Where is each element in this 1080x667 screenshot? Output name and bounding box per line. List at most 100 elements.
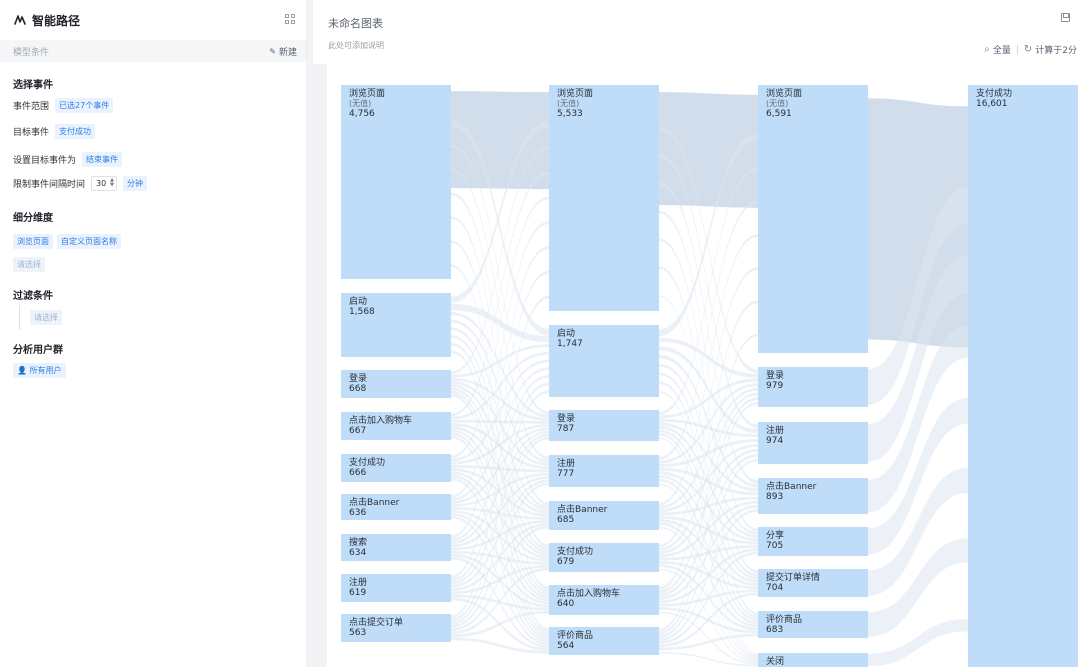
node-name: 点击Banner	[349, 496, 400, 508]
node-name: 提交订单详情	[766, 571, 820, 583]
node-value: 679	[557, 557, 574, 567]
node-value: 636	[349, 508, 366, 518]
new-button-label: 新建	[278, 47, 297, 58]
set-target-label: 设置目标事件为	[13, 155, 77, 166]
full-data-label: 全量	[992, 46, 1011, 56]
node-name: 分享	[766, 529, 784, 541]
node-name: 启动	[557, 327, 575, 339]
event-range-label: 事件范围	[13, 101, 50, 112]
node-name: 注册	[557, 457, 575, 469]
refresh-button[interactable]: ↻ 计算于2分	[1024, 43, 1077, 56]
chart-description[interactable]: 此处可添加说明	[328, 40, 384, 51]
save-icon[interactable]	[1061, 13, 1070, 22]
node-name: 浏览页面	[766, 87, 802, 99]
node-name: 登录	[349, 373, 367, 384]
user-group-value: 所有用户	[29, 365, 62, 375]
node-name: 点击Banner	[557, 503, 608, 515]
dimension-select[interactable]: 请选择	[13, 256, 45, 272]
node-value: 685	[557, 515, 574, 525]
node-name: 支付成功	[557, 545, 593, 557]
node-value: 1,568	[349, 307, 375, 317]
node-sub: (无值)	[766, 98, 788, 108]
target-event-row: 目标事件 支付成功	[13, 123, 99, 139]
node-value: 564	[557, 641, 574, 651]
node-value: 6,591	[766, 109, 792, 119]
set-target-tag[interactable]: 结束事件	[82, 151, 123, 167]
node-value: 705	[766, 541, 783, 551]
node-value: 563	[349, 628, 366, 638]
node-name: 关闭	[766, 655, 784, 667]
node-name: 点击Banner	[766, 480, 817, 492]
node-value: 4,756	[349, 109, 375, 119]
new-icon: ✎	[269, 46, 276, 56]
dim-tag-browse[interactable]: 浏览页面	[13, 233, 53, 249]
dimension-select-row: 请选择	[13, 256, 49, 272]
sankey-node[interactable]	[968, 85, 1078, 667]
node-value: 974	[766, 436, 783, 446]
path-logo-icon	[13, 13, 27, 27]
toolbar-divider	[1016, 44, 1018, 55]
sidebar-title: 智能路径	[32, 13, 81, 28]
interval-label: 限制事件间隔时间	[13, 179, 86, 190]
node-name: 登录	[557, 413, 575, 424]
interval-input[interactable]: 30 ▲ ▼	[91, 175, 118, 191]
node-name: 点击加入购物车	[349, 414, 412, 426]
node-name: 评价商品	[766, 613, 802, 625]
node-name: 点击提交订单	[349, 616, 403, 628]
dim-tag-custom-page[interactable]: 自定义页面名称	[57, 233, 121, 249]
node-value: 683	[766, 625, 783, 635]
chart-toolbar: ⌕ 全量 ↻ 计算于2分	[984, 43, 1077, 56]
filter-select[interactable]: 请选择	[30, 309, 62, 325]
model-conditions-bar: 模型条件 ✎ 新建	[0, 40, 306, 62]
new-button[interactable]: ✎ 新建	[269, 45, 297, 58]
dimension-tags-row: 浏览页面 自定义页面名称	[13, 233, 125, 249]
interval-value: 30	[96, 178, 107, 188]
node-value: 640	[557, 599, 574, 609]
node-sub: (无值)	[557, 98, 579, 108]
node-value: 777	[557, 469, 574, 479]
model-conditions-label: 模型条件	[13, 47, 50, 58]
node-value: 666	[349, 468, 366, 478]
sankey-node[interactable]	[758, 85, 868, 353]
sankey-link[interactable]	[451, 91, 549, 190]
node-value: 668	[349, 384, 366, 394]
interval-row: 限制事件间隔时间 30 ▲ ▼ 分钟	[13, 175, 151, 191]
filter-select-row: 请选择	[30, 309, 66, 325]
node-name: 支付成功	[349, 456, 385, 468]
filter-indent-line	[19, 305, 20, 330]
event-range-tag[interactable]: 已选27个事件	[55, 97, 114, 113]
set-target-row: 设置目标事件为 结束事件	[13, 151, 126, 167]
node-value: 16,601	[976, 99, 1008, 109]
section-filter: 过滤条件	[13, 291, 53, 302]
user-group-row: 👤 所有用户	[13, 362, 70, 378]
node-name: 注册	[349, 576, 367, 588]
node-name: 支付成功	[976, 87, 1012, 99]
target-event-tag[interactable]: 支付成功	[55, 123, 96, 139]
node-name: 浏览页面	[557, 87, 593, 99]
sankey-svg: 浏览页面(无值)4,756启动1,568登录668点击加入购物车667支付成功6…	[313, 64, 1080, 667]
node-name: 浏览页面	[349, 87, 385, 99]
chart-title[interactable]: 未命名图表	[328, 15, 383, 31]
sankey-link[interactable]	[659, 92, 758, 208]
node-value: 979	[766, 381, 783, 391]
sankey-chart: 浏览页面 (无值) 4,756 启动 1,568 登录 668 点击加入购物车 667 支付成功 6…	[313, 64, 1080, 667]
calc-time-label: 计算于2分	[1035, 46, 1077, 56]
node-value: 893	[766, 492, 783, 502]
section-select-event: 选择事件	[13, 80, 53, 91]
node-name: 登录	[766, 370, 784, 381]
interval-unit-tag[interactable]: 分钟	[123, 175, 148, 191]
node-value: 619	[349, 588, 366, 598]
full-data-button[interactable]: ⌕ 全量	[984, 43, 1011, 56]
node-name: 评价商品	[557, 629, 593, 641]
main-panel: 未命名图表 此处可添加说明 ⌕ 全量 ↻ 计算于2分 浏览页面 (无值) 4,756 启动…	[313, 0, 1080, 667]
node-name: 启动	[349, 295, 367, 307]
user-group-tag[interactable]: 👤 所有用户	[13, 362, 66, 378]
users-icon: 👤	[17, 365, 27, 375]
refresh-icon: ↻	[1023, 44, 1033, 55]
grid-icon[interactable]	[285, 14, 295, 24]
node-value: 787	[557, 424, 574, 434]
node-value: 634	[349, 548, 366, 558]
node-value: 667	[349, 426, 366, 436]
stepper-icon[interactable]: ▲ ▼	[110, 177, 114, 188]
section-dimension: 细分维度	[13, 213, 53, 224]
